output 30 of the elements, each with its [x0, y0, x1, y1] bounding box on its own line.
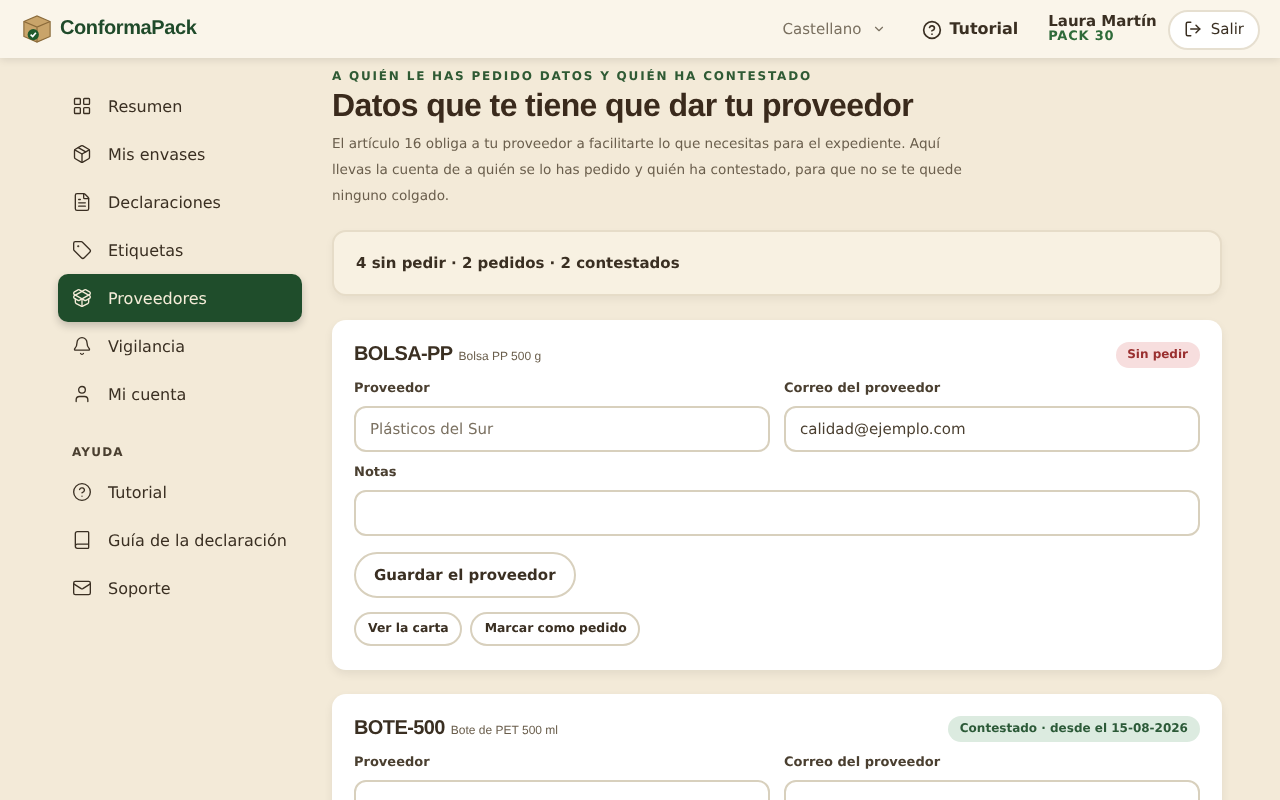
mail-icon: [72, 578, 92, 598]
help-icon: [921, 19, 942, 39]
document-icon: [72, 192, 92, 212]
logout-icon: [1184, 20, 1203, 38]
notes-field[interactable]: [354, 490, 1200, 536]
sidebar-item[interactable]: Tutorial: [58, 468, 302, 516]
sidebar-item[interactable]: Mi cuenta: [58, 370, 302, 418]
sidebar-item[interactable]: Mis envases: [58, 130, 302, 178]
chevron-down-icon: [871, 22, 886, 36]
sidebar-item[interactable]: Resumen: [58, 82, 302, 130]
user-icon: [72, 384, 92, 404]
sidebar-item[interactable]: Proveedores: [58, 274, 302, 322]
box-icon: [72, 144, 92, 164]
tutorial-link[interactable]: Tutorial: [921, 19, 1019, 39]
grid-icon: [72, 96, 92, 116]
product-code: BOTE-500: [354, 718, 445, 740]
sidebar-item[interactable]: Guía de la declaración: [58, 516, 302, 564]
brand-name: ConformaPack: [60, 18, 197, 40]
sidebar-item[interactable]: Etiquetas: [58, 226, 302, 274]
page-title: Datos que te tiene que dar tu proveedor: [332, 90, 916, 126]
sidebar-item[interactable]: Declaraciones: [58, 178, 302, 226]
tag-icon: [72, 240, 92, 260]
product-code: BOLSA-PP: [354, 344, 453, 366]
sidebar-item[interactable]: Soporte: [58, 564, 302, 612]
open-box-icon: [72, 288, 92, 308]
bell-icon: [72, 336, 92, 356]
box-logo-icon: [22, 14, 52, 44]
sidebar-item[interactable]: Vigilancia: [58, 322, 302, 370]
book-icon: [72, 530, 92, 550]
help-icon: [72, 482, 92, 502]
